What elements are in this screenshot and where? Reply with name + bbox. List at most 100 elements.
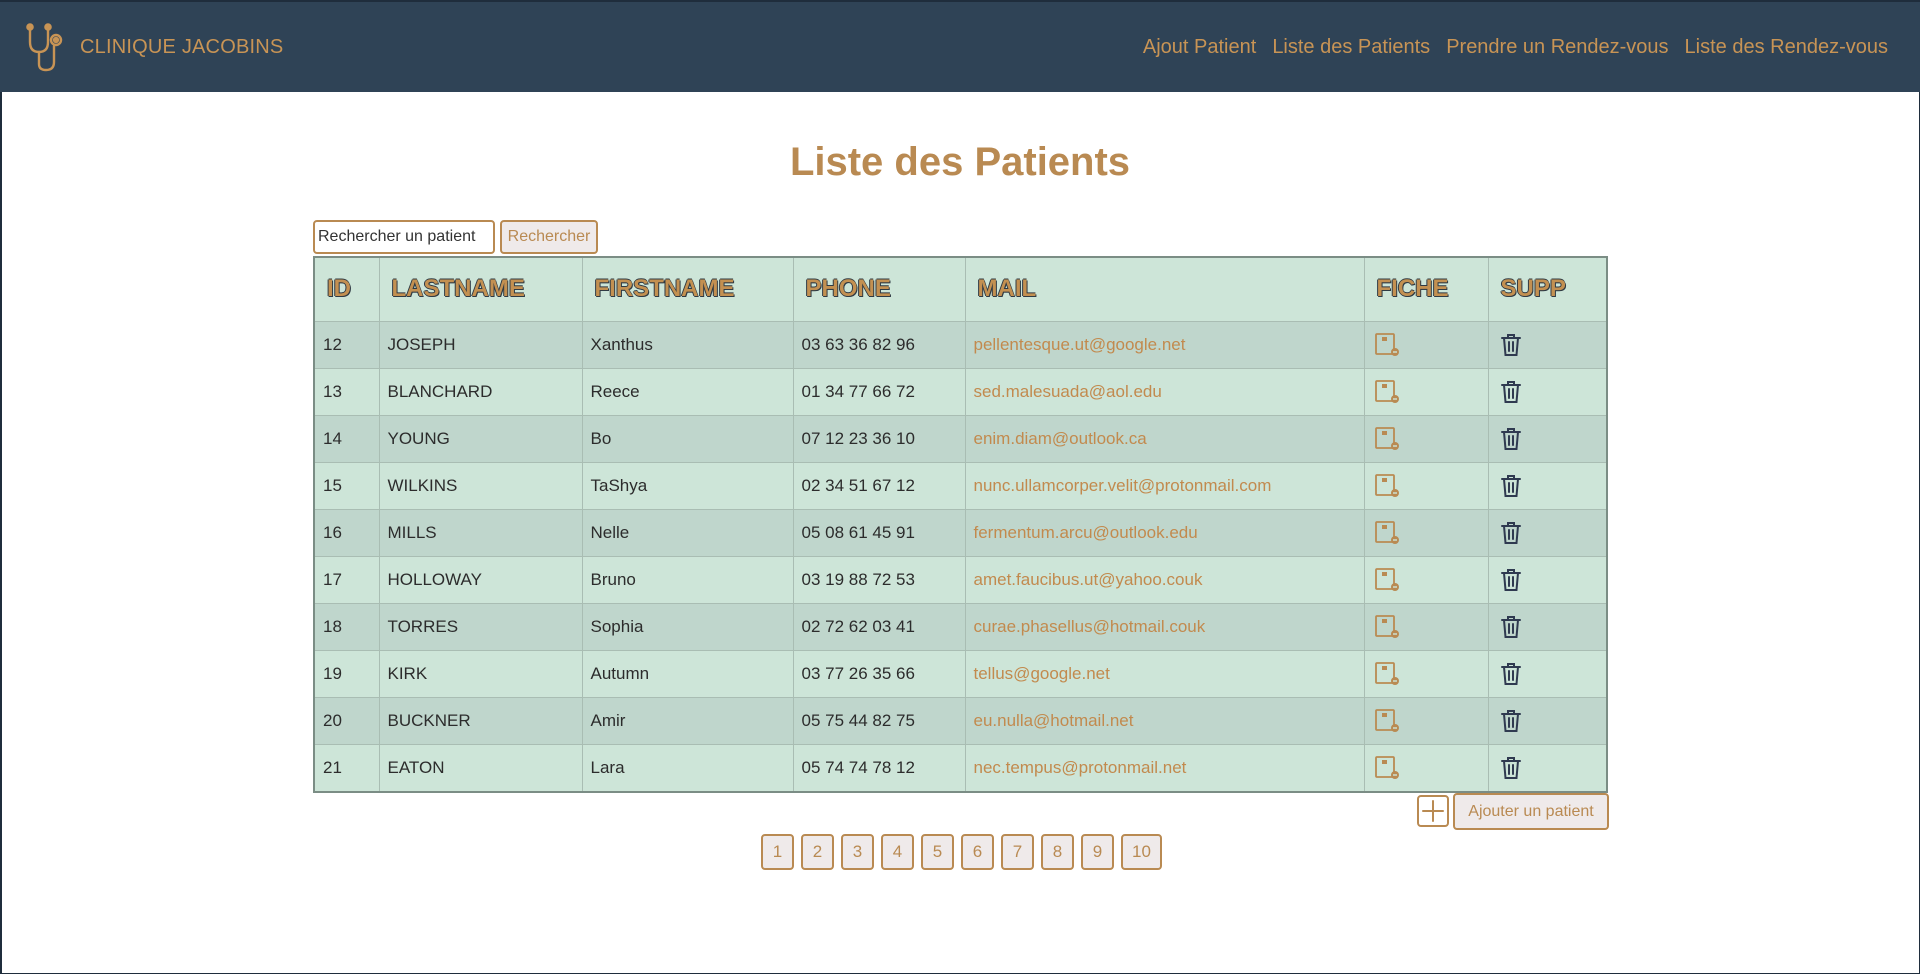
cell-firstname: Nelle xyxy=(581,508,793,556)
page-button-1[interactable]: 1 xyxy=(761,834,794,870)
cell-supp xyxy=(1487,555,1606,603)
patient-file-icon[interactable] xyxy=(1373,331,1401,359)
brand-name: CLINIQUE JACOBINS xyxy=(80,35,284,58)
cell-lastname: BLANCHARD xyxy=(378,367,582,415)
page-button-5[interactable]: 5 xyxy=(921,834,954,870)
nav-ajout-patient[interactable]: Ajout Patient xyxy=(1143,36,1256,59)
table-row: 17 HOLLOWAY Bruno 03 19 88 72 53 amet.faucib… xyxy=(315,555,1606,603)
cell-id: 19 xyxy=(315,649,379,697)
cell-mail[interactable]: nunc.ullamcorper.velit@protonmail.com xyxy=(964,461,1364,509)
cell-fiche xyxy=(1363,743,1488,791)
page-button-8[interactable]: 8 xyxy=(1041,834,1074,870)
table-row: 16 MILLS Nelle 05 08 61 45 91 fermentum.arcu… xyxy=(315,508,1606,556)
cell-lastname: HOLLOWAY xyxy=(378,555,582,603)
trash-icon[interactable] xyxy=(1497,378,1525,406)
patients-table: ID LASTNAME FIRSTNAME PHONE MAIL FICHE S… xyxy=(313,256,1608,793)
trash-icon[interactable] xyxy=(1497,707,1525,735)
add-patient-icon-button[interactable] xyxy=(1417,795,1449,827)
cell-fiche xyxy=(1363,414,1488,462)
cell-lastname: EATON xyxy=(378,743,582,791)
page-button-6[interactable]: 6 xyxy=(961,834,994,870)
cell-mail[interactable]: pellentesque.ut@google.net xyxy=(964,320,1364,368)
table-row: 18 TORRES Sophia 02 72 62 03 41 curae.phasel… xyxy=(315,602,1606,650)
navbar: CLINIQUE JACOBINS Ajout Patient Liste de… xyxy=(0,0,1920,92)
patient-file-icon[interactable] xyxy=(1373,378,1401,406)
patient-file-icon[interactable] xyxy=(1373,754,1401,782)
patient-file-icon[interactable] xyxy=(1373,660,1401,688)
table-row: 13 BLANCHARD Reece 01 34 77 66 72 sed.malesu… xyxy=(315,367,1606,415)
cell-mail[interactable]: amet.faucibus.ut@yahoo.couk xyxy=(964,555,1364,603)
patient-file-icon[interactable] xyxy=(1373,707,1401,735)
page-button-10[interactable]: 10 xyxy=(1121,834,1162,870)
cell-lastname: MILLS xyxy=(378,508,582,556)
cell-mail[interactable]: curae.phasellus@hotmail.couk xyxy=(964,602,1364,650)
cell-mail[interactable]: enim.diam@outlook.ca xyxy=(964,414,1364,462)
trash-icon[interactable] xyxy=(1497,425,1525,453)
page-button-4[interactable]: 4 xyxy=(881,834,914,870)
cell-lastname: YOUNG xyxy=(378,414,582,462)
add-patient-button[interactable]: Ajouter un patient xyxy=(1453,793,1609,830)
cell-fiche xyxy=(1363,461,1488,509)
cell-fiche xyxy=(1363,649,1488,697)
cell-lastname: WILKINS xyxy=(378,461,582,509)
cell-lastname: BUCKNER xyxy=(378,696,582,744)
trash-icon[interactable] xyxy=(1497,472,1525,500)
brand-link[interactable]: CLINIQUE JACOBINS xyxy=(26,22,283,72)
table-row: 12 JOSEPH Xanthus 03 63 36 82 96 pellentesqu… xyxy=(315,320,1606,368)
cell-mail[interactable]: eu.nulla@hotmail.net xyxy=(964,696,1364,744)
cell-mail[interactable]: nec.tempus@protonmail.net xyxy=(964,743,1364,791)
page-button-7[interactable]: 7 xyxy=(1001,834,1034,870)
header-mail: MAIL xyxy=(964,258,1364,322)
trash-icon[interactable] xyxy=(1497,660,1525,688)
cell-firstname: Reece xyxy=(581,367,793,415)
header-supp: SUPP xyxy=(1487,258,1606,322)
cell-mail[interactable]: sed.malesuada@aol.edu xyxy=(964,367,1364,415)
nav-prendre-rendez-vous[interactable]: Prendre un Rendez-vous xyxy=(1446,36,1668,59)
cell-phone: 07 12 23 36 10 xyxy=(792,414,965,462)
cell-phone: 05 75 44 82 75 xyxy=(792,696,965,744)
search-input[interactable] xyxy=(313,220,495,254)
cell-phone: 01 34 77 66 72 xyxy=(792,367,965,415)
cell-id: 20 xyxy=(315,696,379,744)
cell-supp xyxy=(1487,367,1606,415)
cell-phone: 05 08 61 45 91 xyxy=(792,508,965,556)
stethoscope-icon xyxy=(26,23,63,72)
header-id: ID xyxy=(315,258,379,322)
trash-icon[interactable] xyxy=(1497,331,1525,359)
trash-icon[interactable] xyxy=(1497,519,1525,547)
cell-firstname: Bo xyxy=(581,414,793,462)
cell-id: 16 xyxy=(315,508,379,556)
table-body: 12 JOSEPH Xanthus 03 63 36 82 96 pellentesqu… xyxy=(315,320,1606,791)
patient-file-icon[interactable] xyxy=(1373,472,1401,500)
cell-fiche xyxy=(1363,696,1488,744)
plus-icon xyxy=(1422,800,1444,822)
nav-liste-patients[interactable]: Liste des Patients xyxy=(1272,36,1430,59)
header-phone: PHONE xyxy=(792,258,965,322)
cell-fiche xyxy=(1363,320,1488,368)
cell-id: 17 xyxy=(315,555,379,603)
page-button-2[interactable]: 2 xyxy=(801,834,834,870)
cell-supp xyxy=(1487,508,1606,556)
cell-id: 15 xyxy=(315,461,379,509)
nav-liste-rendez-vous[interactable]: Liste des Rendez-vous xyxy=(1685,36,1888,59)
patient-file-icon[interactable] xyxy=(1373,425,1401,453)
patient-file-icon[interactable] xyxy=(1373,519,1401,547)
cell-fiche xyxy=(1363,508,1488,556)
patient-file-icon[interactable] xyxy=(1373,566,1401,594)
trash-icon[interactable] xyxy=(1497,566,1525,594)
trash-icon[interactable] xyxy=(1497,613,1525,641)
cell-mail[interactable]: fermentum.arcu@outlook.edu xyxy=(964,508,1364,556)
cell-phone: 05 74 74 78 12 xyxy=(792,743,965,791)
page-button-9[interactable]: 9 xyxy=(1081,834,1114,870)
page-button-3[interactable]: 3 xyxy=(841,834,874,870)
cell-firstname: Lara xyxy=(581,743,793,791)
cell-mail[interactable]: tellus@google.net xyxy=(964,649,1364,697)
cell-phone: 03 19 88 72 53 xyxy=(792,555,965,603)
cell-supp xyxy=(1487,320,1606,368)
patient-file-icon[interactable] xyxy=(1373,613,1401,641)
search-button[interactable]: Rechercher xyxy=(500,220,598,254)
trash-icon[interactable] xyxy=(1497,754,1525,782)
cell-firstname: Sophia xyxy=(581,602,793,650)
cell-id: 14 xyxy=(315,414,379,462)
cell-lastname: JOSEPH xyxy=(378,320,582,368)
